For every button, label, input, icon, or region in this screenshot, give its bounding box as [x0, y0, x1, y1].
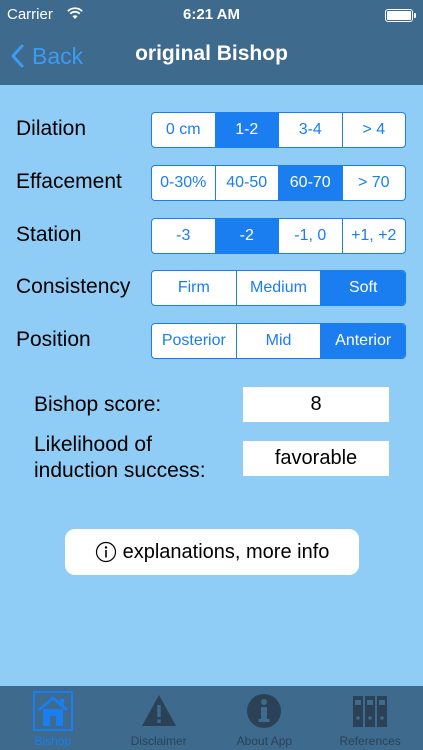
house-icon: [32, 691, 73, 731]
tab-bar: Bishop Disclaimer About App References: [0, 686, 423, 750]
dilation-option[interactable]: 1-2: [214, 113, 278, 147]
effacement-label: Effacement: [16, 170, 122, 193]
station-segmented-control: -3 -2 -1, 0 +1, +2: [151, 218, 406, 254]
station-option[interactable]: -3: [152, 219, 215, 253]
page-title: original Bishop: [135, 42, 288, 65]
bishop-score-label: Bishop score:: [34, 393, 162, 416]
row-dilation: Dilation 0 cm 1-2 3-4 > 4: [0, 112, 423, 148]
bishop-score-value: 8: [243, 387, 389, 422]
tab-label: Bishop: [34, 734, 72, 748]
tab-label: References: [339, 734, 401, 748]
tab-label: About App: [236, 734, 293, 748]
info-circle-icon: [95, 541, 116, 563]
station-option[interactable]: -1, 0: [278, 219, 342, 253]
dilation-option[interactable]: 3-4: [278, 113, 342, 147]
station-label: Station: [16, 223, 82, 246]
likelihood-value: favorable: [243, 441, 389, 476]
clock: 6:21 AM: [183, 6, 240, 23]
explanations-label: explanations, more info: [122, 540, 330, 563]
likelihood-label-line1: Likelihood of: [34, 433, 152, 456]
tab-about-app[interactable]: About App: [212, 686, 318, 750]
position-label: Position: [16, 328, 91, 351]
station-option[interactable]: +1, +2: [341, 219, 406, 253]
consistency-option[interactable]: Firm: [152, 271, 236, 305]
effacement-option[interactable]: 0-30%: [152, 166, 215, 200]
dilation-label: Dilation: [16, 117, 87, 140]
navigation-bar: Back original Bishop: [0, 28, 423, 85]
consistency-option[interactable]: Soft: [320, 271, 405, 305]
likelihood-label-line2: induction success:: [34, 459, 206, 482]
position-segmented-control: Posterior Mid Anterior: [151, 323, 406, 359]
dilation-segmented-control: 0 cm 1-2 3-4 > 4: [151, 112, 406, 148]
effacement-segmented-control: 0-30% 40-50 60-70 > 70: [151, 165, 406, 201]
consistency-label: Consistency: [16, 275, 131, 298]
position-option[interactable]: Anterior: [320, 324, 405, 358]
row-effacement: Effacement 0-30% 40-50 60-70 > 70: [0, 165, 423, 201]
effacement-option[interactable]: > 70: [341, 166, 406, 200]
dilation-option[interactable]: 0 cm: [152, 113, 215, 147]
station-option[interactable]: -2: [214, 219, 278, 253]
consistency-option[interactable]: Medium: [235, 271, 321, 305]
binders-icon: [350, 691, 390, 731]
warning-icon: [139, 691, 179, 731]
likelihood-label: Likelihood of induction success:: [34, 432, 206, 484]
row-station: Station -3 -2 -1, 0 +1, +2: [0, 218, 423, 254]
effacement-option[interactable]: 40-50: [214, 166, 279, 200]
battery-icon: [385, 9, 416, 22]
position-option[interactable]: Posterior: [152, 324, 236, 358]
dilation-option[interactable]: > 4: [341, 113, 406, 147]
tab-disclaimer[interactable]: Disclaimer: [106, 686, 212, 750]
position-option[interactable]: Mid: [235, 324, 321, 358]
tab-label: Disclaimer: [130, 734, 187, 748]
consistency-segmented-control: Firm Medium Soft: [151, 270, 406, 306]
tab-bishop[interactable]: Bishop: [0, 686, 106, 750]
effacement-option[interactable]: 60-70: [278, 166, 342, 200]
row-position: Position Posterior Mid Anterior: [0, 323, 423, 359]
status-bar: Carrier 6:21 AM: [0, 0, 423, 28]
explanations-button[interactable]: explanations, more info: [65, 529, 359, 575]
top-bar: Carrier 6:21 AM Back original Bishop: [0, 0, 423, 85]
tab-references[interactable]: References: [317, 686, 423, 750]
row-consistency: Consistency Firm Medium Soft: [0, 270, 423, 306]
info-icon: [244, 691, 284, 731]
